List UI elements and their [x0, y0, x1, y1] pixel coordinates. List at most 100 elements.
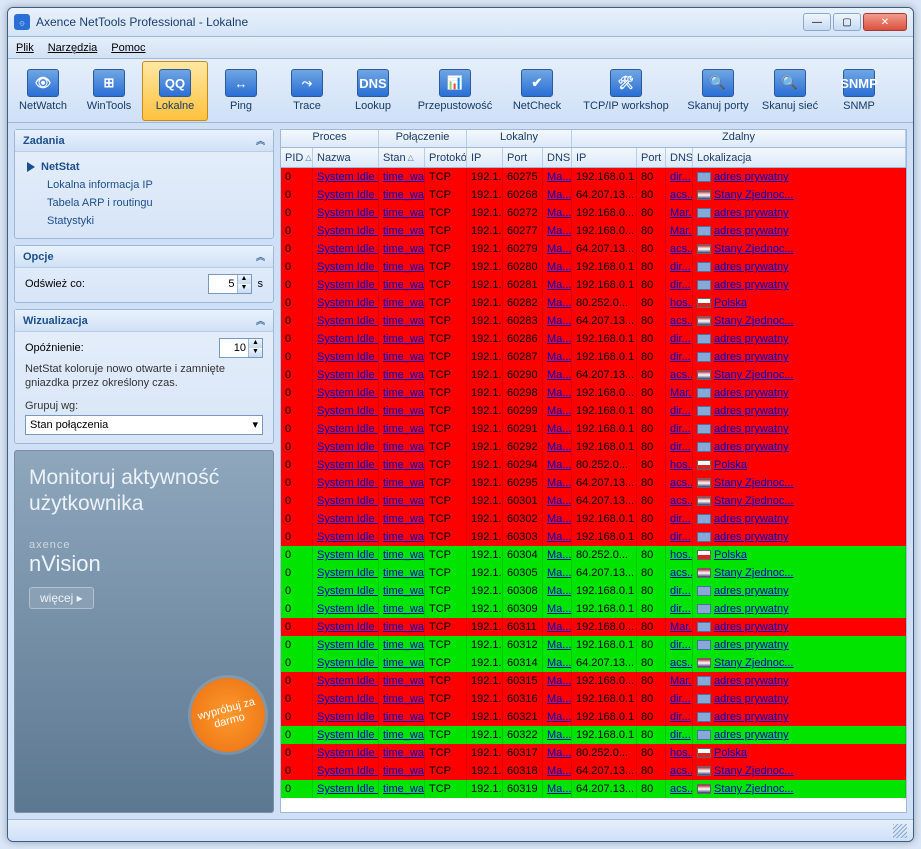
- promo-more-button[interactable]: więcej ▸: [29, 587, 94, 609]
- process-link[interactable]: System Idle ...: [317, 783, 379, 795]
- location-link[interactable]: adres prywatny: [714, 261, 789, 273]
- table-row[interactable]: 0System Idle ...time_waitTCP192.1...6030…: [281, 546, 906, 564]
- rdns-link[interactable]: Mar...: [670, 675, 693, 687]
- process-link[interactable]: System Idle ...: [317, 333, 379, 345]
- rdns-link[interactable]: acs...: [670, 369, 693, 381]
- process-link[interactable]: System Idle ...: [317, 225, 379, 237]
- location-link[interactable]: adres prywatny: [714, 351, 789, 363]
- location-link[interactable]: adres prywatny: [714, 531, 789, 543]
- table-row[interactable]: 0System Idle ...time_waitTCP192.1...6030…: [281, 600, 906, 618]
- dns-link[interactable]: Ma...: [547, 441, 571, 453]
- state-link[interactable]: time_wait: [383, 711, 425, 723]
- table-row[interactable]: 0System Idle ...time_waitTCP192.1...6028…: [281, 348, 906, 366]
- rdns-link[interactable]: hos...: [670, 747, 693, 759]
- table-row[interactable]: 0System Idle ...time_waitTCP192.1...6029…: [281, 456, 906, 474]
- minimize-button[interactable]: —: [803, 13, 831, 31]
- rdns-link[interactable]: Mar...: [670, 225, 693, 237]
- location-link[interactable]: adres prywatny: [714, 405, 789, 417]
- process-link[interactable]: System Idle ...: [317, 639, 379, 651]
- toolbar-tcp-ip-workshop[interactable]: 🛠TCP/IP workshop: [570, 61, 682, 121]
- rdns-link[interactable]: Mar...: [670, 207, 693, 219]
- dns-link[interactable]: Ma...: [547, 351, 571, 363]
- location-link[interactable]: adres prywatny: [714, 279, 789, 291]
- table-row[interactable]: 0System Idle ...time_waitTCP192.1...6028…: [281, 276, 906, 294]
- rdns-link[interactable]: hos...: [670, 297, 693, 309]
- dns-link[interactable]: Ma...: [547, 729, 571, 741]
- state-link[interactable]: time_wait: [383, 729, 425, 741]
- table-row[interactable]: 0System Idle ...time_waitTCP192.1...6028…: [281, 330, 906, 348]
- process-link[interactable]: System Idle ...: [317, 531, 379, 543]
- table-row[interactable]: 0System Idle ...time_waitTCP192.1...6031…: [281, 636, 906, 654]
- process-link[interactable]: System Idle ...: [317, 297, 379, 309]
- collapse-icon[interactable]: ︽: [256, 250, 265, 263]
- data-grid[interactable]: 0System Idle ...time_waitTCP192.1...6027…: [281, 168, 906, 812]
- state-link[interactable]: time_wait: [383, 639, 425, 651]
- table-row[interactable]: 0System Idle ...time_waitTCP192.1...6030…: [281, 492, 906, 510]
- titlebar[interactable]: ۞ Axence NetTools Professional - Lokalne…: [8, 8, 913, 37]
- state-link[interactable]: time_wait: [383, 459, 425, 471]
- dns-link[interactable]: Ma...: [547, 621, 571, 633]
- table-row[interactable]: 0System Idle ...time_waitTCP192.1...6027…: [281, 222, 906, 240]
- state-link[interactable]: time_wait: [383, 531, 425, 543]
- process-link[interactable]: System Idle ...: [317, 207, 379, 219]
- state-link[interactable]: time_wait: [383, 351, 425, 363]
- process-link[interactable]: System Idle ...: [317, 189, 379, 201]
- table-row[interactable]: 0System Idle ...time_waitTCP192.1...6031…: [281, 654, 906, 672]
- rdns-link[interactable]: dir...: [670, 531, 691, 543]
- state-link[interactable]: time_wait: [383, 495, 425, 507]
- process-link[interactable]: System Idle ...: [317, 243, 379, 255]
- state-link[interactable]: time_wait: [383, 189, 425, 201]
- state-link[interactable]: time_wait: [383, 477, 425, 489]
- state-link[interactable]: time_wait: [383, 567, 425, 579]
- table-row[interactable]: 0System Idle ...time_waitTCP192.1...6031…: [281, 762, 906, 780]
- rdns-link[interactable]: hos...: [670, 549, 693, 561]
- process-link[interactable]: System Idle ...: [317, 567, 379, 579]
- refresh-spinner[interactable]: ▲▼: [208, 274, 252, 294]
- location-link[interactable]: adres prywatny: [714, 621, 789, 633]
- spin-up-icon[interactable]: ▲: [248, 339, 262, 348]
- toolbar-snmp[interactable]: SNMPSNMP: [826, 61, 892, 121]
- rdns-link[interactable]: dir...: [670, 351, 691, 363]
- process-link[interactable]: System Idle ...: [317, 495, 379, 507]
- column-header[interactable]: PID△ Nazwa Stan△ Protokó IP Port DNS IP …: [281, 148, 906, 168]
- dns-link[interactable]: Ma...: [547, 585, 571, 597]
- rdns-link[interactable]: dir...: [670, 333, 691, 345]
- location-link[interactable]: Stany Zjednoc...: [714, 567, 794, 579]
- collapse-icon[interactable]: ︽: [256, 314, 265, 327]
- location-link[interactable]: Stany Zjednoc...: [714, 369, 794, 381]
- table-row[interactable]: 0System Idle ...time_waitTCP192.1...6026…: [281, 186, 906, 204]
- state-link[interactable]: time_wait: [383, 171, 425, 183]
- delay-spinner[interactable]: ▲▼: [219, 338, 263, 358]
- dns-link[interactable]: Ma...: [547, 279, 571, 291]
- rdns-link[interactable]: dir...: [670, 261, 691, 273]
- state-link[interactable]: time_wait: [383, 261, 425, 273]
- rdns-link[interactable]: dir...: [670, 441, 691, 453]
- table-row[interactable]: 0System Idle ...time_waitTCP192.1...6029…: [281, 366, 906, 384]
- toolbar-wintools[interactable]: ⊞WinTools: [76, 61, 142, 121]
- location-link[interactable]: adres prywatny: [714, 207, 789, 219]
- location-link[interactable]: Stany Zjednoc...: [714, 765, 794, 777]
- location-link[interactable]: adres prywatny: [714, 225, 789, 237]
- location-link[interactable]: adres prywatny: [714, 675, 789, 687]
- rdns-link[interactable]: dir...: [670, 279, 691, 291]
- rdns-link[interactable]: acs...: [670, 657, 693, 669]
- state-link[interactable]: time_wait: [383, 279, 425, 291]
- state-link[interactable]: time_wait: [383, 603, 425, 615]
- menu-help[interactable]: Pomoc: [111, 42, 145, 54]
- table-row[interactable]: 0System Idle ...time_waitTCP192.1...6027…: [281, 204, 906, 222]
- dns-link[interactable]: Ma...: [547, 531, 571, 543]
- table-row[interactable]: 0System Idle ...time_waitTCP192.1...6028…: [281, 294, 906, 312]
- rdns-link[interactable]: acs...: [670, 189, 693, 201]
- dns-link[interactable]: Ma...: [547, 549, 571, 561]
- nav-tabela-arp-i-routingu[interactable]: Tabela ARP i routingu: [25, 194, 263, 212]
- toolbar-trace[interactable]: ⤳Trace: [274, 61, 340, 121]
- table-row[interactable]: 0System Idle ...time_waitTCP192.1...6029…: [281, 438, 906, 456]
- dns-link[interactable]: Ma...: [547, 693, 571, 705]
- location-link[interactable]: adres prywatny: [714, 513, 789, 525]
- state-link[interactable]: time_wait: [383, 621, 425, 633]
- menu-file[interactable]: Plik: [16, 42, 34, 54]
- rdns-link[interactable]: acs...: [670, 765, 693, 777]
- dns-link[interactable]: Ma...: [547, 423, 571, 435]
- delay-input[interactable]: [220, 342, 248, 354]
- dns-link[interactable]: Ma...: [547, 513, 571, 525]
